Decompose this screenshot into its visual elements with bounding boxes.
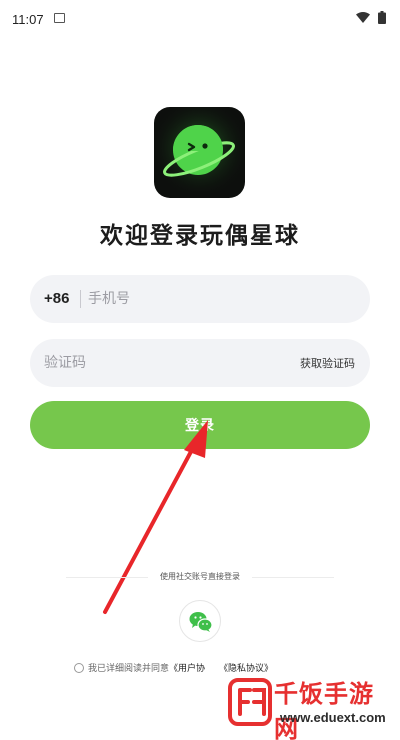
- status-icons: [356, 11, 386, 24]
- status-time: 11:07: [12, 12, 44, 27]
- battery-icon: [378, 11, 386, 24]
- verification-code-input[interactable]: [44, 339, 284, 387]
- verification-code-field: 获取验证码: [30, 339, 370, 387]
- social-divider-right: [252, 577, 334, 578]
- user-agreement-link[interactable]: 《用户协: [169, 661, 205, 674]
- login-button[interactable]: 登录: [30, 401, 370, 449]
- social-login-label: 使用社交账号直接登录: [160, 572, 240, 581]
- get-code-button[interactable]: 获取验证码: [300, 355, 355, 371]
- status-bar: 11:07: [0, 0, 400, 40]
- app-logo: [154, 107, 245, 198]
- country-code[interactable]: +86: [44, 290, 69, 307]
- phone-input[interactable]: [88, 275, 358, 323]
- agreement-checkbox[interactable]: [74, 662, 84, 673]
- wifi-icon: [356, 12, 370, 23]
- watermark-logo: [228, 678, 272, 726]
- notification-icon: [54, 13, 65, 23]
- agreement-text: 我已详细阅读并同意: [88, 664, 170, 674]
- site-watermark: 千饭手游网 www.eduext.com: [228, 672, 396, 740]
- phone-field: +86: [30, 275, 370, 323]
- watermark-name: 千饭手游网: [274, 680, 374, 740]
- field-divider: [80, 290, 81, 308]
- page-title: 欢迎登录玩偶星球: [100, 223, 300, 249]
- wechat-login-button[interactable]: [179, 600, 221, 642]
- wechat-icon: [189, 612, 213, 632]
- watermark-url: www.eduext.com: [280, 710, 386, 725]
